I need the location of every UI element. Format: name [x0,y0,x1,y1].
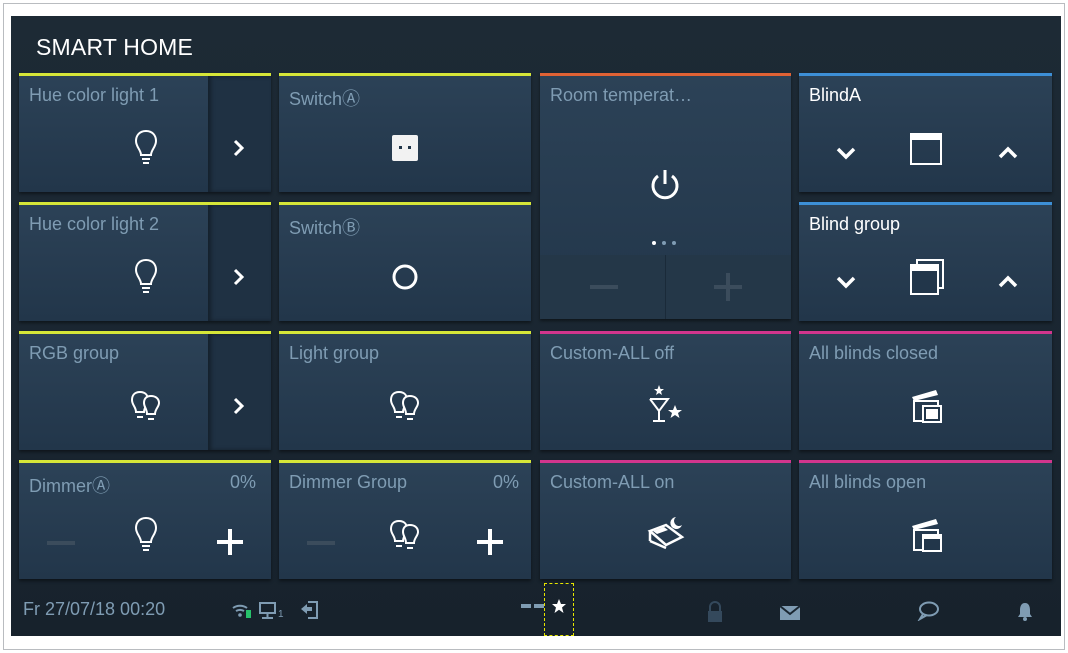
tile-label: Hue color light 1 [29,85,160,105]
dim-down-button[interactable] [307,541,335,545]
tile-dimmer-a[interactable]: DimmerⒶ 0% [19,460,271,579]
category-bar [279,73,531,76]
category-bar [799,460,1052,463]
bulb-group-icon[interactable] [129,389,163,425]
power-icon[interactable] [648,167,682,201]
tile-hue-color-light-1[interactable]: Hue color light 1 0% [19,73,271,192]
brightness-percent: 0% [493,472,520,492]
tile-custom-all-on[interactable]: Custom-ALL on [540,460,791,579]
tile-dimmer-group[interactable]: Dimmer Group 0% [279,460,531,579]
dim-up-button[interactable] [477,529,503,555]
tile-hue-color-light-2[interactable]: Hue color light 2 0% [19,202,271,321]
cocktail-scene-icon[interactable] [647,383,685,425]
category-bar [19,460,271,463]
status-bar: Fr 27/07/18 00:20 1 [11,581,1061,636]
tile-label: Blind group [809,214,901,234]
tile-label: Hue color light 2 [29,214,160,234]
tile-light-group[interactable]: Light group [279,331,531,450]
blinds-closed-scene-icon[interactable] [909,387,945,425]
tile-custom-all-off[interactable]: Custom-ALL off [540,331,791,450]
decrease-temperature-button[interactable] [590,285,618,289]
tile-label: Light group [289,343,380,363]
tile-label: Dimmer Group [289,472,408,492]
bulb-group-icon[interactable] [388,389,422,425]
page-title: SMART HOME [36,34,194,60]
category-bar [540,73,791,76]
chevron-right-icon[interactable] [232,397,246,415]
category-bar [799,202,1052,205]
blind-group-icon [910,259,944,295]
category-bar [540,331,791,334]
chat-icon[interactable] [917,601,939,621]
tile-label: Custom-ALL on [550,472,675,492]
bulb-group-icon[interactable] [388,518,422,554]
dim-up-button[interactable] [217,529,243,555]
category-bar [279,331,531,334]
tile-label: BlindA [809,85,862,105]
tile-blind-a[interactable]: BlindA [799,73,1052,192]
tile-label: SwitchⒷ [289,218,361,238]
dim-down-button[interactable] [47,541,75,545]
date-time: Fr 27/07/18 00:20 [23,599,166,619]
chevron-right-icon[interactable] [232,139,246,157]
tile-label: Custom-ALL off [550,343,675,363]
star-icon [552,599,566,613]
page-indicator-2[interactable] [534,604,544,608]
blinds-open-scene-icon[interactable] [909,516,945,554]
divider [665,255,666,319]
category-bar [279,202,531,205]
sleep-scene-icon[interactable] [646,515,686,551]
blind-icon [910,133,942,165]
tile-label: Room temperat… [550,85,693,105]
tile-label: SwitchⒶ [289,89,361,109]
category-bar [540,460,791,463]
temperature-controls [540,255,791,319]
blind-up-chevron-icon[interactable] [998,275,1018,289]
chevron-right-icon[interactable] [232,268,246,286]
tile-label: RGB group [29,343,120,363]
tile-label: All blinds closed [809,343,939,363]
more-dots-icon[interactable] [651,240,677,246]
socket-icon[interactable] [390,133,420,163]
category-bar [799,73,1052,76]
logout-icon[interactable] [299,600,319,620]
increase-temperature-button[interactable] [714,273,742,301]
network-index: 1 [278,609,284,620]
bulb-icon[interactable] [133,128,159,168]
switch-off-icon[interactable] [390,262,420,292]
page-indicator-1[interactable] [521,604,531,608]
smart-home-screen: SMART HOME Hue color light 1 0% SwitchⒶ … [11,16,1061,636]
details-panel[interactable] [208,205,271,321]
tile-switch-b[interactable]: SwitchⒷ [279,202,531,321]
brightness-percent: 0% [230,472,257,492]
details-panel[interactable] [208,334,271,450]
blind-up-chevron-icon[interactable] [998,146,1018,160]
tile-rgb-group[interactable]: RGB group 0% [19,331,271,450]
tile-label: All blinds open [809,472,927,492]
tile-room-temperature[interactable]: Room temperat… [540,73,791,319]
tile-all-blinds-closed[interactable]: All blinds closed [799,331,1052,450]
wifi-icon [232,604,251,618]
mail-icon[interactable] [779,605,801,621]
favorites-page-indicator[interactable] [544,583,574,636]
bell-icon[interactable] [1017,601,1033,621]
bulb-icon[interactable] [133,257,159,297]
lock-icon[interactable] [706,601,724,623]
category-bar [799,331,1052,334]
bulb-icon[interactable] [133,515,159,555]
blind-down-chevron-icon[interactable] [836,146,856,160]
tile-all-blinds-open[interactable]: All blinds open [799,460,1052,579]
tile-label: DimmerⒶ [29,476,110,496]
category-bar [279,460,531,463]
blind-down-chevron-icon[interactable] [836,275,856,289]
tile-switch-a[interactable]: SwitchⒶ [279,73,531,192]
tile-blind-group[interactable]: Blind group [799,202,1052,321]
details-panel[interactable] [208,76,271,192]
